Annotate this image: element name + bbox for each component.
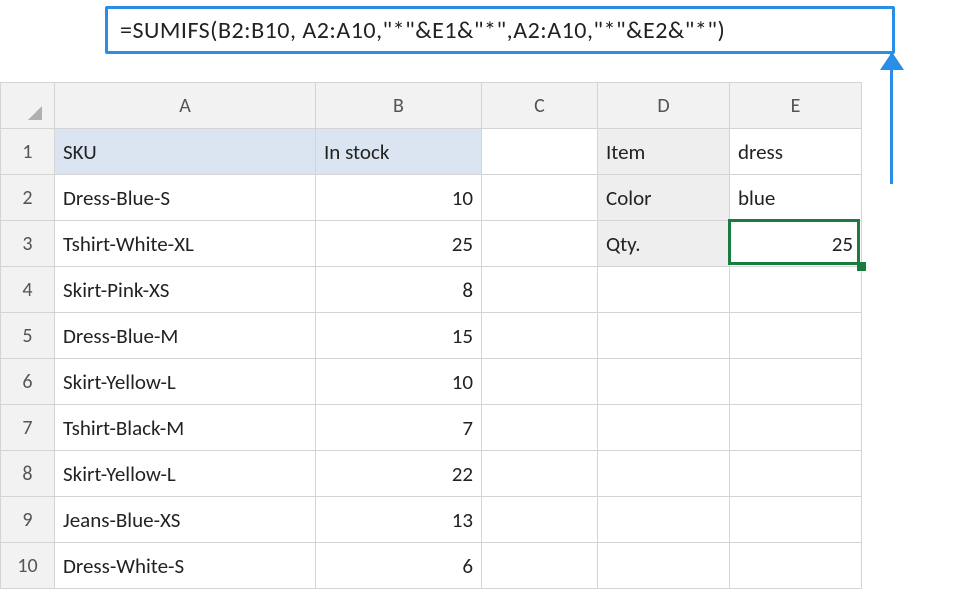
- cell-E5[interactable]: [730, 313, 862, 359]
- spreadsheet-grid[interactable]: A B C D E 1 SKU In stock Item dress 2 Dr…: [0, 82, 862, 589]
- cell-E10[interactable]: [730, 543, 862, 589]
- cell-E2[interactable]: blue: [730, 175, 862, 221]
- cell-E3[interactable]: 25: [730, 221, 862, 267]
- callout-arrow-line: [890, 54, 893, 184]
- row-header[interactable]: 10: [1, 543, 55, 589]
- cell-C2[interactable]: [482, 175, 598, 221]
- cell-C5[interactable]: [482, 313, 598, 359]
- cell-D7[interactable]: [598, 405, 730, 451]
- cell-B5[interactable]: 15: [316, 313, 482, 359]
- col-header-E[interactable]: E: [730, 83, 862, 129]
- col-header-B[interactable]: B: [316, 83, 482, 129]
- col-header-A[interactable]: A: [55, 83, 316, 129]
- corner-select-all[interactable]: [1, 83, 55, 129]
- cell-C4[interactable]: [482, 267, 598, 313]
- cell-B8[interactable]: 22: [316, 451, 482, 497]
- row-header[interactable]: 3: [1, 221, 55, 267]
- row-header[interactable]: 2: [1, 175, 55, 221]
- cell-A6[interactable]: Skirt-Yellow-L: [55, 359, 316, 405]
- cell-A7[interactable]: Tshirt-Black-M: [55, 405, 316, 451]
- cell-D8[interactable]: [598, 451, 730, 497]
- cell-C1[interactable]: [482, 129, 598, 175]
- cell-D4[interactable]: [598, 267, 730, 313]
- cell-E9[interactable]: [730, 497, 862, 543]
- cell-B6[interactable]: 10: [316, 359, 482, 405]
- cell-E8[interactable]: [730, 451, 862, 497]
- cell-D9[interactable]: [598, 497, 730, 543]
- cell-D5[interactable]: [598, 313, 730, 359]
- cell-B7[interactable]: 7: [316, 405, 482, 451]
- row-header[interactable]: 4: [1, 267, 55, 313]
- cell-D3[interactable]: Qty.: [598, 221, 730, 267]
- cell-D2[interactable]: Color: [598, 175, 730, 221]
- cell-B3[interactable]: 25: [316, 221, 482, 267]
- cell-B2[interactable]: 10: [316, 175, 482, 221]
- col-header-C[interactable]: C: [482, 83, 598, 129]
- row-header[interactable]: 9: [1, 497, 55, 543]
- select-all-triangle-icon: [28, 106, 42, 120]
- cell-D6[interactable]: [598, 359, 730, 405]
- cell-B4[interactable]: 8: [316, 267, 482, 313]
- callout-arrow-head: [880, 52, 904, 70]
- formula-text: =SUMIFS(B2:B10, A2:A10,"*"&E1&"*",A2:A10…: [120, 16, 725, 45]
- cell-A1[interactable]: SKU: [55, 129, 316, 175]
- cell-A3[interactable]: Tshirt-White-XL: [55, 221, 316, 267]
- cell-E1[interactable]: dress: [730, 129, 862, 175]
- cell-C8[interactable]: [482, 451, 598, 497]
- cell-B9[interactable]: 13: [316, 497, 482, 543]
- cell-C3[interactable]: [482, 221, 598, 267]
- row-header[interactable]: 7: [1, 405, 55, 451]
- cell-D10[interactable]: [598, 543, 730, 589]
- row-header[interactable]: 8: [1, 451, 55, 497]
- cell-E7[interactable]: [730, 405, 862, 451]
- cell-E6[interactable]: [730, 359, 862, 405]
- cell-E4[interactable]: [730, 267, 862, 313]
- cell-A2[interactable]: Dress-Blue-S: [55, 175, 316, 221]
- row-header[interactable]: 5: [1, 313, 55, 359]
- cell-A4[interactable]: Skirt-Pink-XS: [55, 267, 316, 313]
- cell-A10[interactable]: Dress-White-S: [55, 543, 316, 589]
- cell-D1[interactable]: Item: [598, 129, 730, 175]
- formula-callout: =SUMIFS(B2:B10, A2:A10,"*"&E1&"*",A2:A10…: [105, 6, 895, 54]
- cell-C9[interactable]: [482, 497, 598, 543]
- cell-A8[interactable]: Skirt-Yellow-L: [55, 451, 316, 497]
- cell-C10[interactable]: [482, 543, 598, 589]
- row-header[interactable]: 1: [1, 129, 55, 175]
- cell-C7[interactable]: [482, 405, 598, 451]
- cell-A5[interactable]: Dress-Blue-M: [55, 313, 316, 359]
- col-header-D[interactable]: D: [598, 83, 730, 129]
- cell-B10[interactable]: 6: [316, 543, 482, 589]
- row-header[interactable]: 6: [1, 359, 55, 405]
- cell-B1[interactable]: In stock: [316, 129, 482, 175]
- cell-C6[interactable]: [482, 359, 598, 405]
- fill-handle[interactable]: [857, 262, 866, 271]
- cell-A9[interactable]: Jeans-Blue-XS: [55, 497, 316, 543]
